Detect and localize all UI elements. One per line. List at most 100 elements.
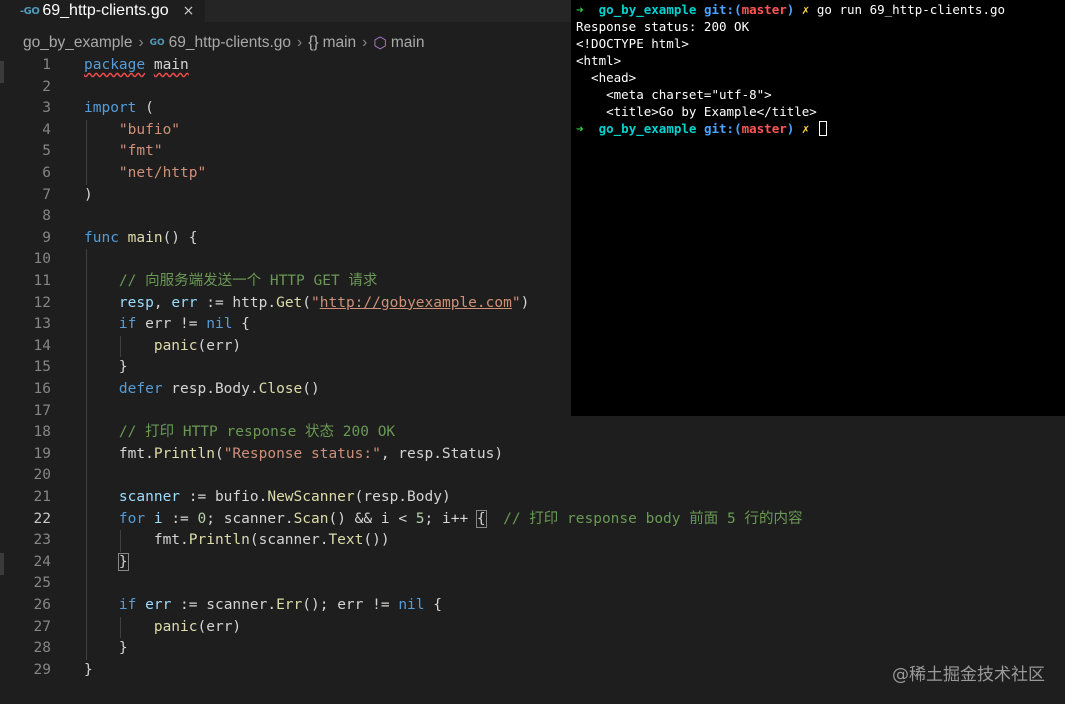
close-icon[interactable]: × — [183, 3, 195, 19]
url-link[interactable]: http://gobyexample.com — [320, 295, 512, 311]
breadcrumb-folder[interactable]: go_by_example — [23, 34, 132, 52]
expression: ; i++ — [424, 510, 477, 527]
terminal-command: go run 69_http-clients.go — [816, 2, 1006, 17]
operator: := — [162, 510, 198, 527]
code-line: 24 } — [0, 552, 1065, 574]
code-line: 27 panic(err) — [0, 617, 1065, 639]
variable: i — [145, 510, 163, 527]
breadcrumb-file[interactable]: 69_http-clients.go — [169, 34, 291, 52]
expression: , resp.Status) — [380, 445, 504, 462]
line-number: 23 — [33, 532, 51, 549]
code-line: 26 if err := scanner.Err(); err != nil { — [0, 595, 1065, 617]
punctuation: ( — [302, 294, 312, 311]
string-literal: "net/http" — [118, 165, 207, 181]
expression: (err) — [197, 337, 242, 354]
terminal-output-line: <head> — [576, 70, 637, 85]
prompt-git: git:( — [703, 121, 742, 136]
line-number: 29 — [33, 661, 51, 678]
string-quote: " — [311, 294, 320, 311]
number-literal: 5 — [415, 510, 425, 527]
keyword: if — [118, 316, 137, 333]
line-number: 2 — [42, 78, 51, 95]
operator: := bufio. — [180, 489, 268, 505]
tab-69-http-clients[interactable]: -GO 69_http-clients.go × — [0, 0, 205, 22]
number-literal: 0 — [197, 510, 207, 527]
code-line: 18 // 打印 HTTP response 状态 200 OK — [0, 422, 1065, 444]
prompt-arrow-icon: ➜ — [576, 2, 584, 17]
comment: // 打印 response body 前面 5 行的内容 — [485, 510, 803, 527]
keyword: for — [118, 510, 146, 527]
keyword: import — [84, 100, 137, 117]
variable: scanner — [118, 489, 181, 505]
expression: (); err != — [302, 597, 399, 613]
line-number: 28 — [33, 640, 51, 657]
comment: // 打印 HTTP response 状态 200 OK — [118, 424, 396, 441]
line-number: 25 — [33, 575, 51, 592]
code-line-active: 22 for i := 0; scanner.Scan() && i < 5; … — [0, 509, 1065, 531]
punctuation: , — [153, 294, 172, 311]
keyword: nil — [206, 316, 233, 333]
punctuation: () — [302, 381, 320, 397]
line-number: 9 — [42, 229, 51, 246]
dirty-mark-icon: ✗ — [801, 2, 810, 17]
tab-title: 69_http-clients.go — [42, 2, 169, 19]
operator: := scanner. — [171, 597, 277, 613]
chevron-right-icon: › — [362, 34, 368, 51]
line-number: 24 — [33, 553, 51, 570]
breadcrumb: go_by_example › GO 69_http-clients.go › … — [23, 33, 425, 53]
string-quote: " — [511, 294, 521, 311]
variable: err — [136, 597, 172, 613]
function-call: Err — [276, 597, 303, 613]
keyword: defer — [118, 381, 163, 397]
function-call: Println — [188, 532, 250, 549]
line-number: 13 — [33, 316, 51, 333]
punctuation: () { — [162, 229, 198, 246]
code-line: 28 } — [0, 638, 1065, 660]
prompt-git-end: ) — [786, 121, 795, 136]
function-icon: ⬡ — [373, 34, 387, 52]
variable: resp — [118, 294, 154, 311]
string-literal: "Response status:" — [223, 445, 381, 462]
punctuation: } — [118, 359, 128, 376]
punctuation: ( — [136, 100, 154, 117]
line-number: 1 — [42, 57, 51, 73]
function-call: Get — [276, 294, 303, 311]
matched-brace: { — [475, 509, 487, 528]
terminal-output-line: <title>Go by Example</title> — [576, 104, 817, 119]
line-number: 18 — [33, 424, 51, 441]
keyword: package — [84, 57, 146, 73]
line-number: 8 — [42, 208, 51, 225]
punctuation: { — [232, 316, 250, 333]
expression: (scanner. — [249, 532, 329, 549]
code-line: 20 — [0, 465, 1065, 487]
line-number: 6 — [42, 165, 51, 181]
code-line: 19 fmt.Println("Response status:", resp.… — [0, 444, 1065, 466]
expression: () && i < — [328, 510, 416, 527]
terminal-output-line: Response status: 200 OK — [576, 19, 750, 34]
function-call: NewScanner — [267, 489, 355, 505]
function-call: Scan — [293, 510, 329, 527]
chevron-right-icon: › — [297, 34, 303, 51]
matched-brace: } — [117, 552, 129, 571]
breadcrumb-function[interactable]: main — [391, 34, 425, 52]
terminal-cursor[interactable] — [818, 121, 827, 136]
code-line: 23 fmt.Println(scanner.Text()) — [0, 530, 1065, 552]
watermark: @稀土掘金技术社区 — [892, 665, 1045, 685]
code-line: 25 — [0, 573, 1065, 595]
prompt-branch: master — [741, 2, 787, 17]
line-number: 20 — [33, 467, 51, 484]
breadcrumb-package[interactable]: main — [323, 34, 357, 52]
line-number: 10 — [33, 251, 51, 268]
go-file-icon: -GO — [20, 5, 40, 17]
function-call: panic — [153, 337, 198, 354]
function-name: main — [127, 229, 163, 246]
expression: resp.Body. — [162, 381, 259, 397]
punctuation: { — [424, 597, 442, 613]
prompt-arrow-icon: ➜ — [576, 121, 584, 136]
function-call: Println — [153, 445, 215, 462]
line-number: 27 — [33, 618, 51, 635]
variable: err — [171, 294, 198, 311]
punctuation: ( — [214, 445, 224, 462]
expression: ; scanner. — [206, 510, 294, 527]
terminal-panel[interactable]: ➜ go_by_example git:(master) ✗ go run 69… — [571, 0, 1065, 416]
